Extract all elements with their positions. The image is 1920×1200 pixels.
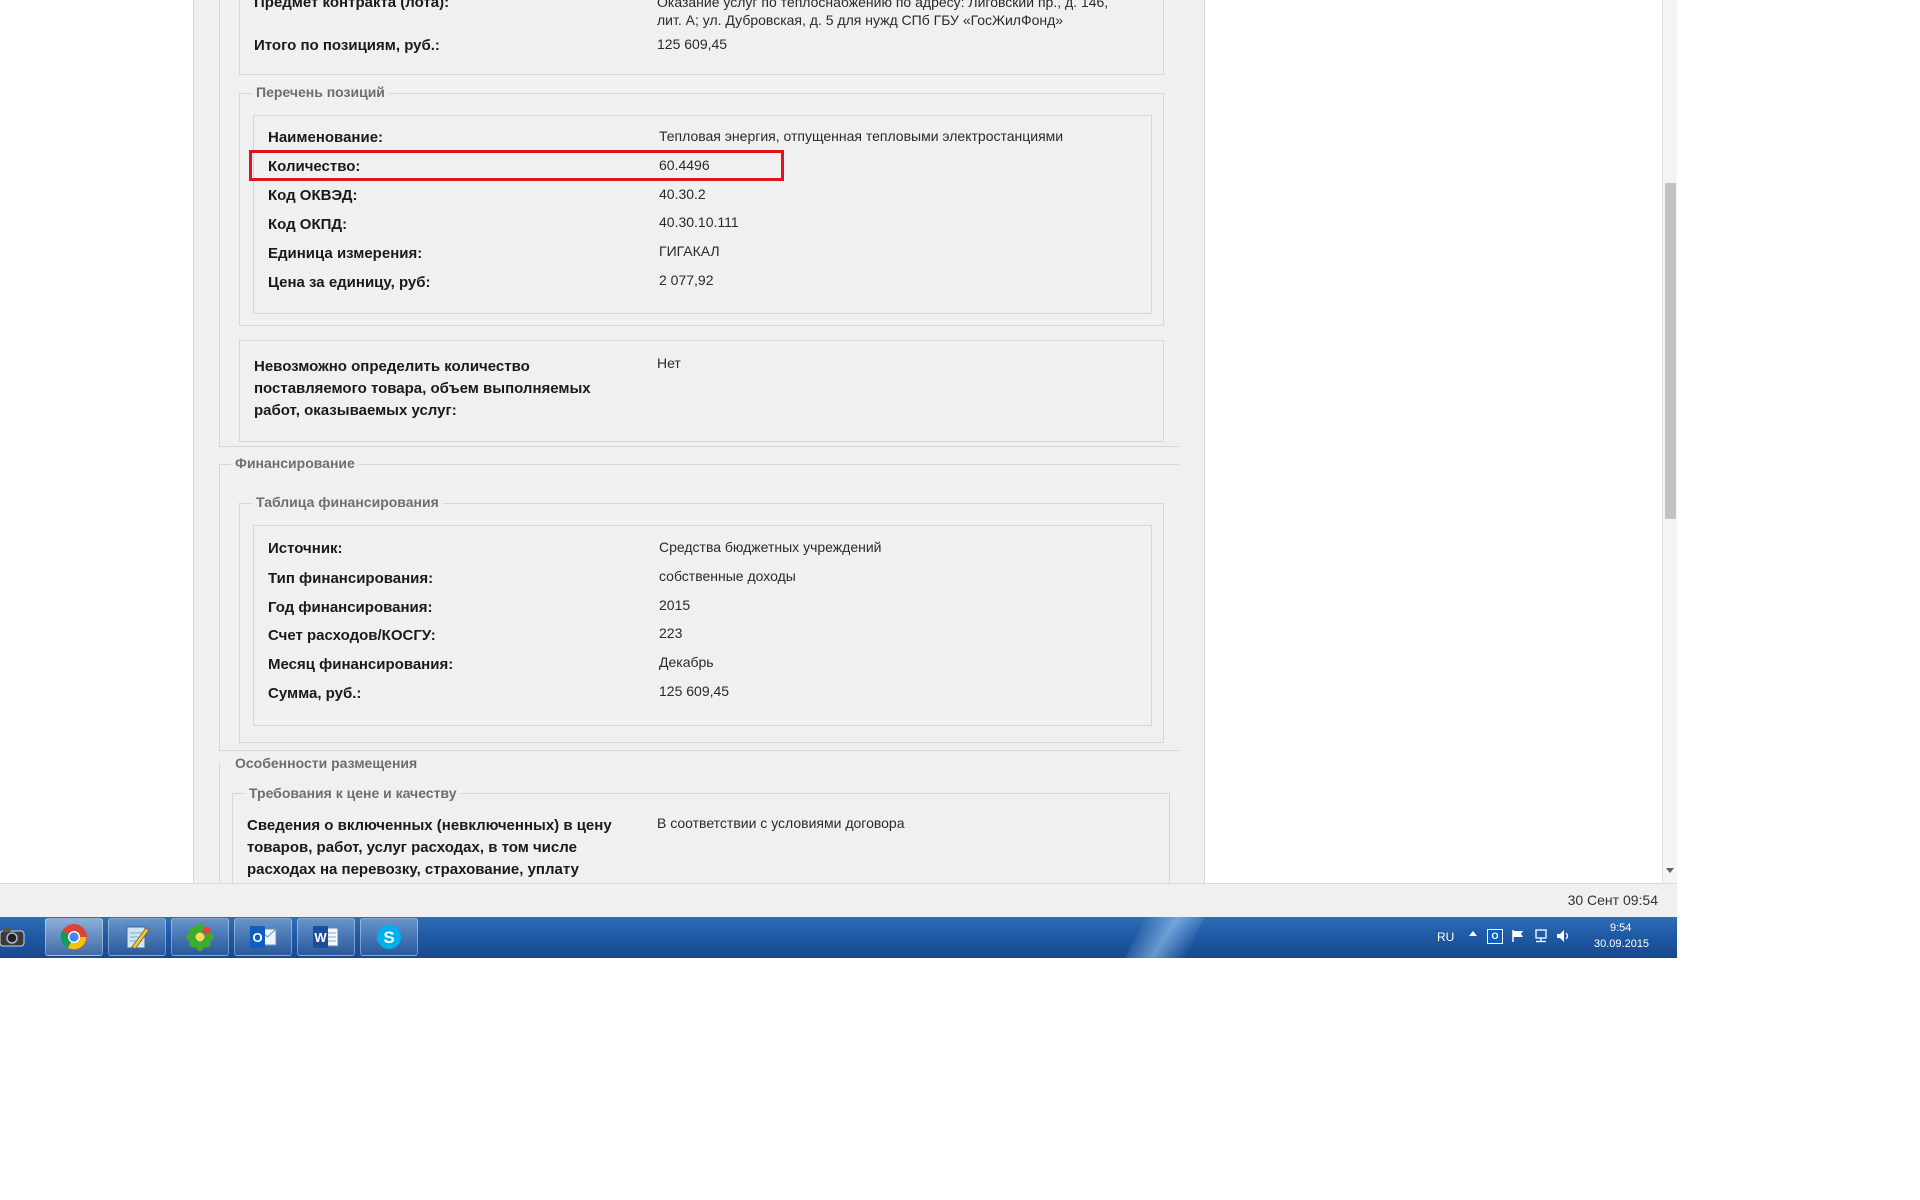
- windows-taskbar: O W S RU O 9:54 30.09.2015: [0, 917, 1677, 958]
- skype-letter: S: [383, 928, 394, 947]
- placement-section-title: Особенности размещения: [231, 755, 422, 771]
- placement-legend: Требования к цене и качеству: [245, 785, 461, 801]
- language-indicator[interactable]: RU: [1437, 930, 1454, 944]
- procurement-document: Предмет контракта (лота): Оказание услуг…: [193, 0, 1205, 883]
- financing-section-title: Финансирование: [231, 455, 359, 471]
- skype-icon: S: [377, 925, 401, 949]
- positions-legend: Перечень позиций: [252, 84, 389, 100]
- volume-icon[interactable]: [1556, 929, 1572, 948]
- financing-label-year: Год финансирования:: [268, 599, 433, 616]
- financing-label-type: Тип финансирования:: [268, 570, 434, 587]
- contract-total-value: 125 609,45: [657, 36, 728, 52]
- status-datetime: 30 Сент 09:54: [1567, 892, 1658, 908]
- position-label-name: Наименование:: [268, 129, 384, 146]
- scroll-down-arrow-icon[interactable]: [1666, 868, 1674, 873]
- lot-section-left-border: [219, 0, 220, 446]
- notepad-icon: [126, 926, 150, 950]
- financing-value-source: Средства бюджетных учреждений: [659, 539, 882, 555]
- vertical-scrollbar[interactable]: [1662, 0, 1677, 883]
- scrollbar-thumb[interactable]: [1665, 183, 1676, 519]
- financing-value-sum: 125 609,45: [659, 683, 730, 699]
- icq-flower-icon: [186, 923, 214, 951]
- financing-section-top-line: [219, 464, 1179, 465]
- position-label-unit: Единица измерения:: [268, 245, 423, 262]
- placement-label: Сведения о включенных (невключенных) в ц…: [247, 817, 612, 878]
- position-label-unit-price: Цена за единицу, руб:: [268, 274, 431, 291]
- taskbar-chrome-button[interactable]: [45, 918, 103, 956]
- clock-date[interactable]: 30.09.2015: [1594, 938, 1649, 950]
- financing-legend: Таблица финансирования: [252, 494, 443, 510]
- action-center-flag-icon[interactable]: [1511, 929, 1525, 948]
- position-label-okved: Код ОКВЭД:: [268, 187, 358, 204]
- outlook-icon: O: [250, 926, 277, 948]
- outlook-letter: O: [252, 930, 262, 945]
- taskbar-outlook-button[interactable]: O: [234, 918, 292, 956]
- position-value-okpd: 40.30.10.111: [659, 214, 739, 230]
- undeterminable-label: Невозможно определить количество поставл…: [254, 358, 591, 419]
- lot-section-bottom-border: [219, 446, 1179, 447]
- contract-subject-value-line2: лит. А; ул. Дубровская, д. 5 для нужд СП…: [657, 12, 1064, 28]
- taskbar-icq-button[interactable]: [171, 918, 229, 956]
- camera-icon[interactable]: [0, 925, 26, 949]
- financing-section-left-border: [219, 464, 220, 751]
- financing-label-kosgu: Счет расходов/КОСГУ:: [268, 627, 436, 644]
- chrome-icon: [60, 924, 87, 950]
- placement-section-left-border: [219, 764, 220, 883]
- position-value-unit-price: 2 077,92: [659, 272, 714, 288]
- financing-label-source: Источник:: [268, 540, 343, 557]
- placement-value: В соответствии с условиями договора: [657, 815, 905, 831]
- quantity-highlight-box: [249, 150, 784, 181]
- contract-subject-value-line1: Оказание услуг по теплоснабжению по адре…: [657, 0, 1109, 10]
- undeterminable-value: Нет: [657, 355, 681, 371]
- word-icon: W: [313, 926, 339, 948]
- financing-section-bottom-border: [219, 750, 1179, 751]
- browser-viewport: Предмет контракта (лота): Оказание услуг…: [0, 0, 1662, 883]
- taskbar-skype-button[interactable]: S: [360, 918, 418, 956]
- position-value-unit: ГИГАКАЛ: [659, 243, 720, 259]
- show-hidden-icons-arrow-icon[interactable]: [1469, 931, 1477, 936]
- network-icon[interactable]: [1533, 929, 1549, 948]
- financing-value-kosgu: 223: [659, 625, 683, 641]
- status-bar: 30 Сент 09:54: [0, 883, 1677, 917]
- contract-subject-label: Предмет контракта (лота):: [254, 0, 450, 11]
- clock-time[interactable]: 9:54: [1610, 922, 1631, 934]
- position-value-okved: 40.30.2: [659, 186, 706, 202]
- position-label-okpd: Код ОКПД:: [268, 216, 348, 233]
- taskbar-notepad-button[interactable]: [108, 918, 166, 956]
- screen: Предмет контракта (лота): Оказание услуг…: [0, 0, 1677, 958]
- financing-value-type: собственные доходы: [659, 568, 796, 584]
- position-value-name: Тепловая энергия, отпущенная тепловыми э…: [659, 128, 1064, 144]
- taskbar-glow: [1125, 917, 1205, 958]
- outlook-tray-icon[interactable]: O: [1487, 929, 1503, 944]
- financing-value-month: Декабрь: [659, 654, 714, 670]
- word-letter: W: [314, 930, 327, 945]
- financing-value-year: 2015: [659, 597, 691, 613]
- financing-label-month: Месяц финансирования:: [268, 656, 454, 673]
- financing-label-sum: Сумма, руб.:: [268, 685, 362, 702]
- taskbar-word-button[interactable]: W: [297, 918, 355, 956]
- contract-total-label: Итого по позициям, руб.:: [254, 37, 440, 54]
